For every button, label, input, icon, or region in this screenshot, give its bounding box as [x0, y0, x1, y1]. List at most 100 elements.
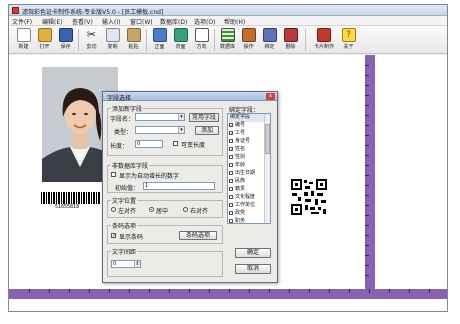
list-item[interactable]: 政党 [229, 210, 264, 218]
card-make-button[interactable]: 卡片制作 [311, 28, 337, 52]
menu-options[interactable]: 选项(O) [194, 17, 215, 26]
card-make-icon [317, 28, 331, 42]
design-canvas[interactable]: 51655818 字段选择 x 添加新字段 字段名： ▾ 常用字段 类型： ▾ … [9, 55, 447, 311]
align-right-label: 右对齐 [190, 208, 209, 215]
open-folder-icon [37, 28, 52, 42]
menu-database[interactable]: 数据库(D) [160, 17, 187, 26]
menu-view[interactable]: 查看(V) [72, 17, 93, 26]
list-item[interactable]: 性别 [229, 154, 264, 162]
ok-button[interactable]: 确定 [235, 248, 271, 258]
front-side-button[interactable]: 正面 [149, 28, 170, 52]
qr-code[interactable] [291, 179, 327, 215]
auto-increment-label: 显示为自动增长的数字 [119, 173, 180, 180]
database-button[interactable]: 数据库 [217, 28, 238, 52]
bind-button[interactable]: 绑定 [259, 28, 280, 52]
new-file-icon [16, 28, 31, 42]
item-checkbox[interactable] [229, 171, 233, 175]
save-button[interactable]: 保存 [55, 28, 76, 52]
type-select[interactable]: ▾ [135, 126, 185, 134]
text-position-group-title: 文字位置 [111, 196, 138, 205]
list-item[interactable]: 民族 [229, 178, 264, 186]
align-center-radio[interactable] [149, 207, 154, 212]
show-barcode-label: 显示条码 [119, 234, 144, 241]
common-fields-button[interactable]: 常用字段 [189, 113, 219, 122]
auto-increment-checkbox[interactable] [111, 172, 116, 177]
toolbar-separator [305, 29, 306, 51]
show-barcode-checkbox[interactable]: ✓ [111, 233, 116, 239]
open-button[interactable]: 打开 [34, 28, 55, 52]
close-icon[interactable]: x [266, 93, 275, 100]
initial-value-input[interactable]: 1 [143, 182, 215, 190]
item-checkbox[interactable] [229, 163, 233, 167]
item-checkbox[interactable] [229, 179, 233, 183]
menu-window[interactable]: 窗口(W) [130, 17, 153, 26]
back-side-button[interactable]: 背面 [170, 28, 191, 52]
item-checkbox[interactable]: ✓ [229, 123, 233, 128]
align-left-radio[interactable] [111, 207, 116, 212]
spinner-arrows-icon[interactable]: ⇕ [134, 261, 140, 267]
copy-button[interactable]: 复制 [102, 28, 123, 52]
field-name-label: 字段名： [110, 116, 135, 123]
item-checkbox[interactable] [229, 195, 233, 199]
dialog-title: 字段选择 [107, 95, 132, 102]
barcode-options-button[interactable]: 条码选项 [179, 231, 217, 240]
menu-input[interactable]: 输入(I) [102, 17, 120, 26]
variable-length-checkbox[interactable] [173, 141, 178, 146]
list-scrollbar[interactable] [264, 114, 270, 223]
barcode-number: 51655818 [55, 204, 80, 210]
item-checkbox[interactable] [229, 139, 233, 143]
operation-icon [241, 28, 256, 42]
about-button[interactable]: ? 关于 [338, 28, 359, 52]
list-item[interactable]: 职务 [229, 218, 264, 223]
initial-value-label: 初始值： [115, 185, 140, 192]
horizontal-ruler [9, 289, 447, 299]
new-button[interactable]: 新建 [13, 28, 34, 52]
list-item[interactable]: 身证号 [229, 138, 264, 146]
variable-length-label: 可变长度 [181, 142, 206, 149]
toolbar-separator [146, 29, 147, 51]
menu-file[interactable]: 文件(F) [12, 17, 32, 26]
database-grid-icon [220, 28, 235, 42]
scrollbar-thumb[interactable] [265, 124, 270, 154]
add-field-button[interactable]: 添加 [195, 126, 219, 135]
menu-help[interactable]: 帮助(H) [224, 17, 245, 26]
paste-button[interactable]: 粘贴 [123, 28, 144, 52]
menu-edit[interactable]: 编辑(E) [42, 17, 62, 26]
back-side-icon [173, 28, 188, 42]
align-right-radio[interactable] [183, 207, 188, 212]
item-checkbox[interactable]: ✓ [229, 131, 233, 136]
save-icon [58, 28, 73, 42]
align-left-label: 左对齐 [118, 208, 137, 215]
app-logo-icon [12, 7, 19, 14]
orientation-icon [194, 28, 209, 42]
list-item[interactable]: 年龄 [229, 162, 264, 170]
delete-button[interactable]: 删除 [280, 28, 301, 52]
item-checkbox[interactable] [229, 187, 233, 191]
item-checkbox[interactable]: ✓ [229, 147, 233, 152]
field-name-select[interactable]: ▾ [135, 113, 185, 121]
cut-button[interactable]: ✂ 剪切 [81, 28, 102, 52]
add-field-group-title: 添加新字段 [111, 104, 144, 113]
list-item[interactable]: ✓ 工号 [229, 130, 264, 138]
length-input[interactable]: 0 [135, 140, 163, 148]
list-item[interactable]: 工作单位 [229, 202, 264, 210]
cancel-button[interactable]: 取消 [235, 264, 271, 274]
list-item[interactable]: ✓ 编号 [229, 122, 264, 130]
list-item[interactable]: 籍贯 [229, 186, 264, 194]
align-center-label: 居中 [156, 208, 169, 215]
window-title: 滤驾彩色证卡制作系统-专业版V5.0 - [员工模板.cnd] [22, 9, 164, 16]
bound-fields-list[interactable]: 绑定字段 ✓ 编号 ✓ 工号 身证号 ✓ 姓名 性别 年龄 出生日期 民族 籍贯 文化… [227, 113, 271, 224]
orientation-button[interactable]: 方向 [191, 28, 212, 52]
operation-button[interactable]: 操作 [238, 28, 259, 52]
front-side-icon [152, 28, 167, 42]
item-checkbox[interactable] [229, 203, 233, 207]
list-item[interactable]: 文化程度 [229, 194, 264, 202]
item-checkbox[interactable] [229, 211, 233, 215]
list-item[interactable]: 出生日期 [229, 170, 264, 178]
barcode-image[interactable] [41, 192, 101, 204]
item-checkbox[interactable] [229, 219, 233, 223]
dialog-title-bar[interactable]: 字段选择 x [103, 92, 277, 102]
list-item[interactable]: ✓ 姓名 [229, 146, 264, 154]
item-checkbox[interactable] [229, 155, 233, 159]
text-spacing-input[interactable]: 0 ⇕ [111, 260, 141, 268]
